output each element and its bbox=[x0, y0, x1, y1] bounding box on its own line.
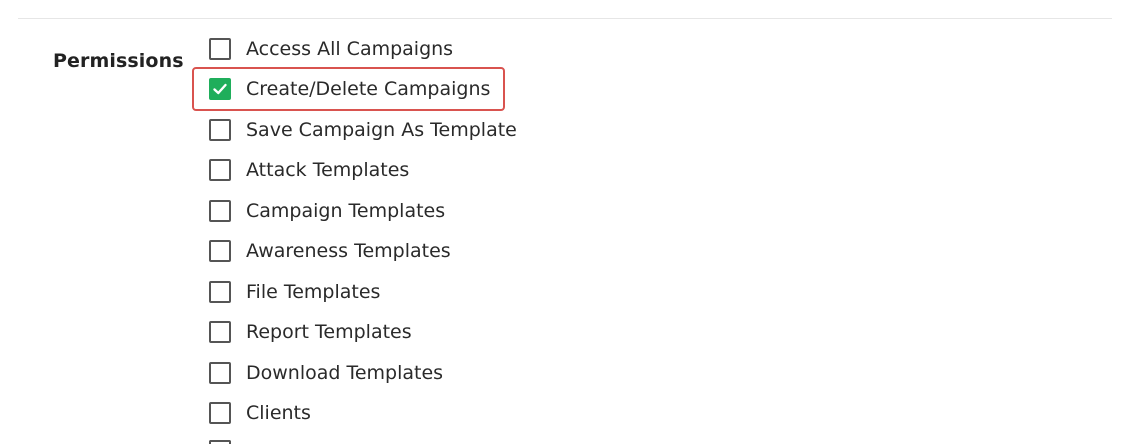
permission-label: Create/Delete Campaigns bbox=[246, 78, 491, 100]
permission-campaign-templates[interactable]: Campaign Templates bbox=[209, 197, 445, 225]
permission-access-all-campaigns[interactable]: Access All Campaigns bbox=[209, 35, 453, 63]
checkbox[interactable] bbox=[209, 119, 231, 141]
checkbox-partial[interactable] bbox=[209, 440, 231, 444]
checkbox[interactable] bbox=[209, 281, 231, 303]
permission-label: Download Templates bbox=[246, 362, 444, 384]
permission-label: Access All Campaigns bbox=[246, 38, 454, 60]
permission-save-campaign-as-template[interactable]: Save Campaign As Template bbox=[209, 116, 517, 144]
permission-label: Save Campaign As Template bbox=[246, 119, 517, 141]
checkbox[interactable] bbox=[209, 240, 231, 262]
section-divider bbox=[18, 18, 1112, 19]
permission-download-templates[interactable]: Download Templates bbox=[209, 359, 443, 387]
permission-label: Awareness Templates bbox=[246, 240, 451, 262]
checkbox-checked[interactable] bbox=[209, 78, 231, 100]
permission-label: Attack Templates bbox=[246, 159, 410, 181]
permission-clients[interactable]: Clients bbox=[209, 399, 311, 427]
permission-file-templates[interactable]: File Templates bbox=[209, 278, 380, 306]
checkbox[interactable] bbox=[209, 159, 231, 181]
checkbox[interactable] bbox=[209, 200, 231, 222]
checkbox[interactable] bbox=[209, 321, 231, 343]
permission-create-delete-campaigns[interactable]: Create/Delete Campaigns bbox=[209, 75, 490, 103]
permission-label: Report Templates bbox=[246, 321, 412, 343]
checkbox[interactable] bbox=[209, 402, 231, 424]
checkbox[interactable] bbox=[209, 362, 231, 384]
permission-label: Clients bbox=[246, 402, 311, 424]
permissions-label: Permissions bbox=[53, 50, 184, 72]
permission-label: Campaign Templates bbox=[246, 200, 446, 222]
permission-awareness-templates[interactable]: Awareness Templates bbox=[209, 237, 451, 265]
permission-label: File Templates bbox=[246, 281, 381, 303]
permission-attack-templates[interactable]: Attack Templates bbox=[209, 156, 409, 184]
checkmark-icon bbox=[213, 83, 227, 95]
checkbox[interactable] bbox=[209, 38, 231, 60]
permission-report-templates[interactable]: Report Templates bbox=[209, 318, 412, 346]
